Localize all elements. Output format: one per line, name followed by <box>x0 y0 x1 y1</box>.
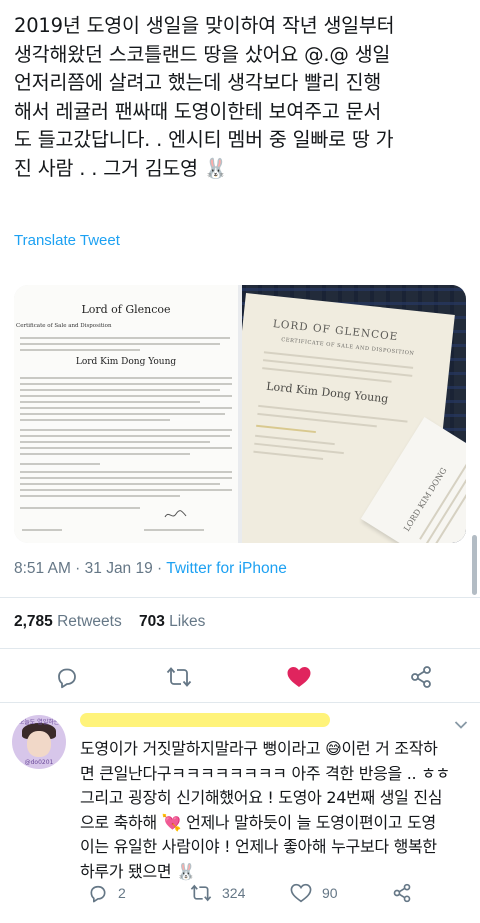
text-line <box>20 429 232 431</box>
reply-retweet-count: 324 <box>222 885 246 901</box>
scrollbar-thumb[interactable] <box>472 535 477 595</box>
text-line <box>20 343 220 345</box>
text-line <box>20 471 232 473</box>
chevron-down-icon <box>454 721 468 729</box>
tweet-meta: 8:51 AM · 31 Jan 19 · Twitter for iPhone <box>14 560 287 578</box>
text-line <box>20 477 232 479</box>
reply-like-button[interactable]: 90 <box>290 881 338 905</box>
translate-tweet-link[interactable]: Translate Tweet <box>14 232 120 249</box>
text-line <box>20 447 232 449</box>
retweet-button[interactable] <box>164 663 194 691</box>
text-line <box>20 453 190 455</box>
text-line <box>20 377 232 379</box>
avatar[interactable]: 오늘도 열일하는 @do0201 <box>12 715 66 769</box>
reply-reply-button[interactable]: 2 <box>88 881 126 905</box>
likes-label[interactable]: Likes <box>169 613 205 630</box>
share-button[interactable] <box>406 663 436 691</box>
text-line <box>20 435 230 437</box>
tweet-time: 8:51 AM · 31 Jan 19 · <box>14 560 167 577</box>
share-icon <box>411 666 431 688</box>
text-line <box>20 407 232 409</box>
text-line <box>20 413 225 415</box>
certificate-name: Lord Kim Dong Young <box>265 379 389 406</box>
tweet-actions <box>0 663 480 691</box>
certificate-photo-right[interactable]: LORD OF GLENCOE CERTIFICATE OF SALE AND … <box>242 285 466 543</box>
text-line <box>20 419 170 421</box>
text-line <box>20 489 232 491</box>
text-line <box>22 529 62 531</box>
more-options-button[interactable] <box>454 715 468 734</box>
text-line <box>20 395 232 397</box>
divider <box>0 597 480 598</box>
like-button[interactable] <box>284 663 314 691</box>
avatar-face <box>27 731 51 757</box>
username-redacted <box>80 713 330 727</box>
reply-icon <box>58 668 76 689</box>
text-line <box>20 507 140 509</box>
heart-icon <box>287 667 311 687</box>
text-line <box>20 389 220 391</box>
text-line <box>253 450 324 460</box>
avatar-top-text: 오늘도 열일하는 <box>18 719 60 726</box>
text-line <box>20 463 100 465</box>
reply-icon <box>90 885 106 903</box>
reply-count: 2 <box>118 885 126 901</box>
text-line <box>144 529 204 531</box>
reply-share-button[interactable] <box>392 881 412 905</box>
certificate-subtitle: Certificate of Sale and Disposition <box>16 323 112 329</box>
tweet-media[interactable]: Lord of Glencoe Certificate of Sale and … <box>14 285 466 543</box>
tweet-text: 2019년 도영이 생일을 맞이하여 작년 생일부터 생각해왔던 스코틀랜드 땅… <box>14 14 395 180</box>
share-icon <box>393 883 411 903</box>
text-line <box>20 401 200 403</box>
signature-icon <box>164 510 187 518</box>
card-name: LORD KIM DONG <box>402 466 449 533</box>
reply-actions: 2 324 90 <box>0 881 480 905</box>
reply-retweet-button[interactable]: 324 <box>190 881 245 905</box>
certificate-photo-left[interactable]: Lord of Glencoe Certificate of Sale and … <box>14 285 238 543</box>
reply-like-count: 90 <box>322 885 338 901</box>
tweet-stats: 2,785 Retweets 703 Likes <box>14 613 205 631</box>
retweets-count[interactable]: 2,785 <box>14 613 53 630</box>
text-line <box>20 383 232 385</box>
avatar-bottom-text: @do0201 <box>24 759 54 766</box>
text-line <box>20 441 210 443</box>
reply-text: 도영이가 거짓말하지말라구 뻥이라고 😅이런 거 조작하 면 큰일난다구ㅋㅋㅋㅋ… <box>80 739 450 881</box>
text-line <box>20 337 230 339</box>
retweet-icon <box>190 884 212 902</box>
retweet-icon <box>166 667 192 687</box>
divider <box>0 702 480 703</box>
tweet-source-link[interactable]: Twitter for iPhone <box>166 560 287 577</box>
certificate-name: Lord Kim Dong Young <box>75 357 177 367</box>
certificate-title: Lord of Glencoe <box>81 303 171 316</box>
text-line <box>256 424 316 434</box>
reply-button[interactable] <box>52 663 82 691</box>
divider <box>0 648 480 649</box>
likes-count[interactable]: 703 <box>139 613 165 630</box>
text-line <box>20 495 180 497</box>
text-line <box>20 483 220 485</box>
retweets-label[interactable]: Retweets <box>57 613 122 630</box>
text-line <box>20 349 140 351</box>
heart-icon <box>290 883 312 903</box>
